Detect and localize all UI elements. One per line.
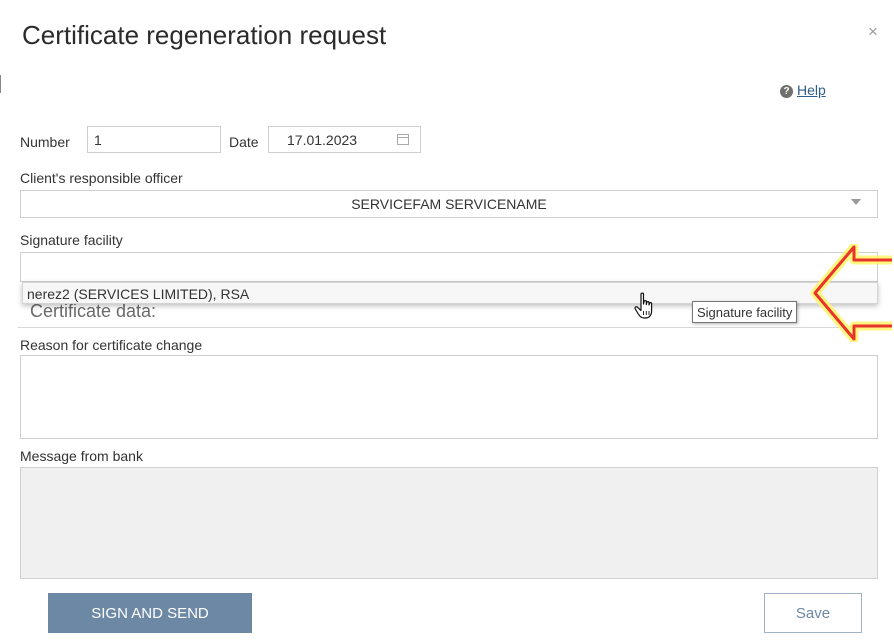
- number-input[interactable]: 1: [87, 126, 221, 153]
- signature-label: Signature facility: [20, 232, 123, 248]
- bank-message-textarea: [20, 467, 878, 579]
- date-label: Date: [229, 134, 259, 150]
- officer-select[interactable]: SERVICEFAM SERVICENAME: [20, 190, 878, 218]
- left-edge-mark: [0, 75, 1, 93]
- signature-facility-select[interactable]: [20, 252, 878, 282]
- reason-textarea[interactable]: [20, 355, 878, 439]
- help-icon: ?: [780, 85, 793, 98]
- hand-pointer-icon: [634, 292, 653, 319]
- chevron-down-icon[interactable]: [851, 199, 861, 205]
- certificate-section-heading: Certificate data:: [30, 301, 157, 321]
- officer-label: Client's responsible officer: [20, 170, 183, 186]
- sign-and-send-button[interactable]: SIGN AND SEND: [48, 593, 252, 633]
- help-link[interactable]: ? Help: [780, 82, 826, 98]
- reason-label: Reason for certificate change: [20, 337, 203, 353]
- calendar-icon[interactable]: [397, 134, 409, 145]
- dialog-title: Certificate regeneration request: [22, 20, 387, 50]
- number-label: Number: [20, 134, 70, 150]
- message-label: Message from bank: [20, 448, 143, 464]
- save-button[interactable]: Save: [764, 593, 862, 633]
- close-icon[interactable]: ×: [868, 22, 878, 42]
- help-label: Help: [797, 82, 826, 98]
- signature-tooltip: Signature facility: [692, 301, 798, 323]
- arrow-annotation-icon: [810, 244, 892, 342]
- section-divider: [18, 327, 880, 328]
